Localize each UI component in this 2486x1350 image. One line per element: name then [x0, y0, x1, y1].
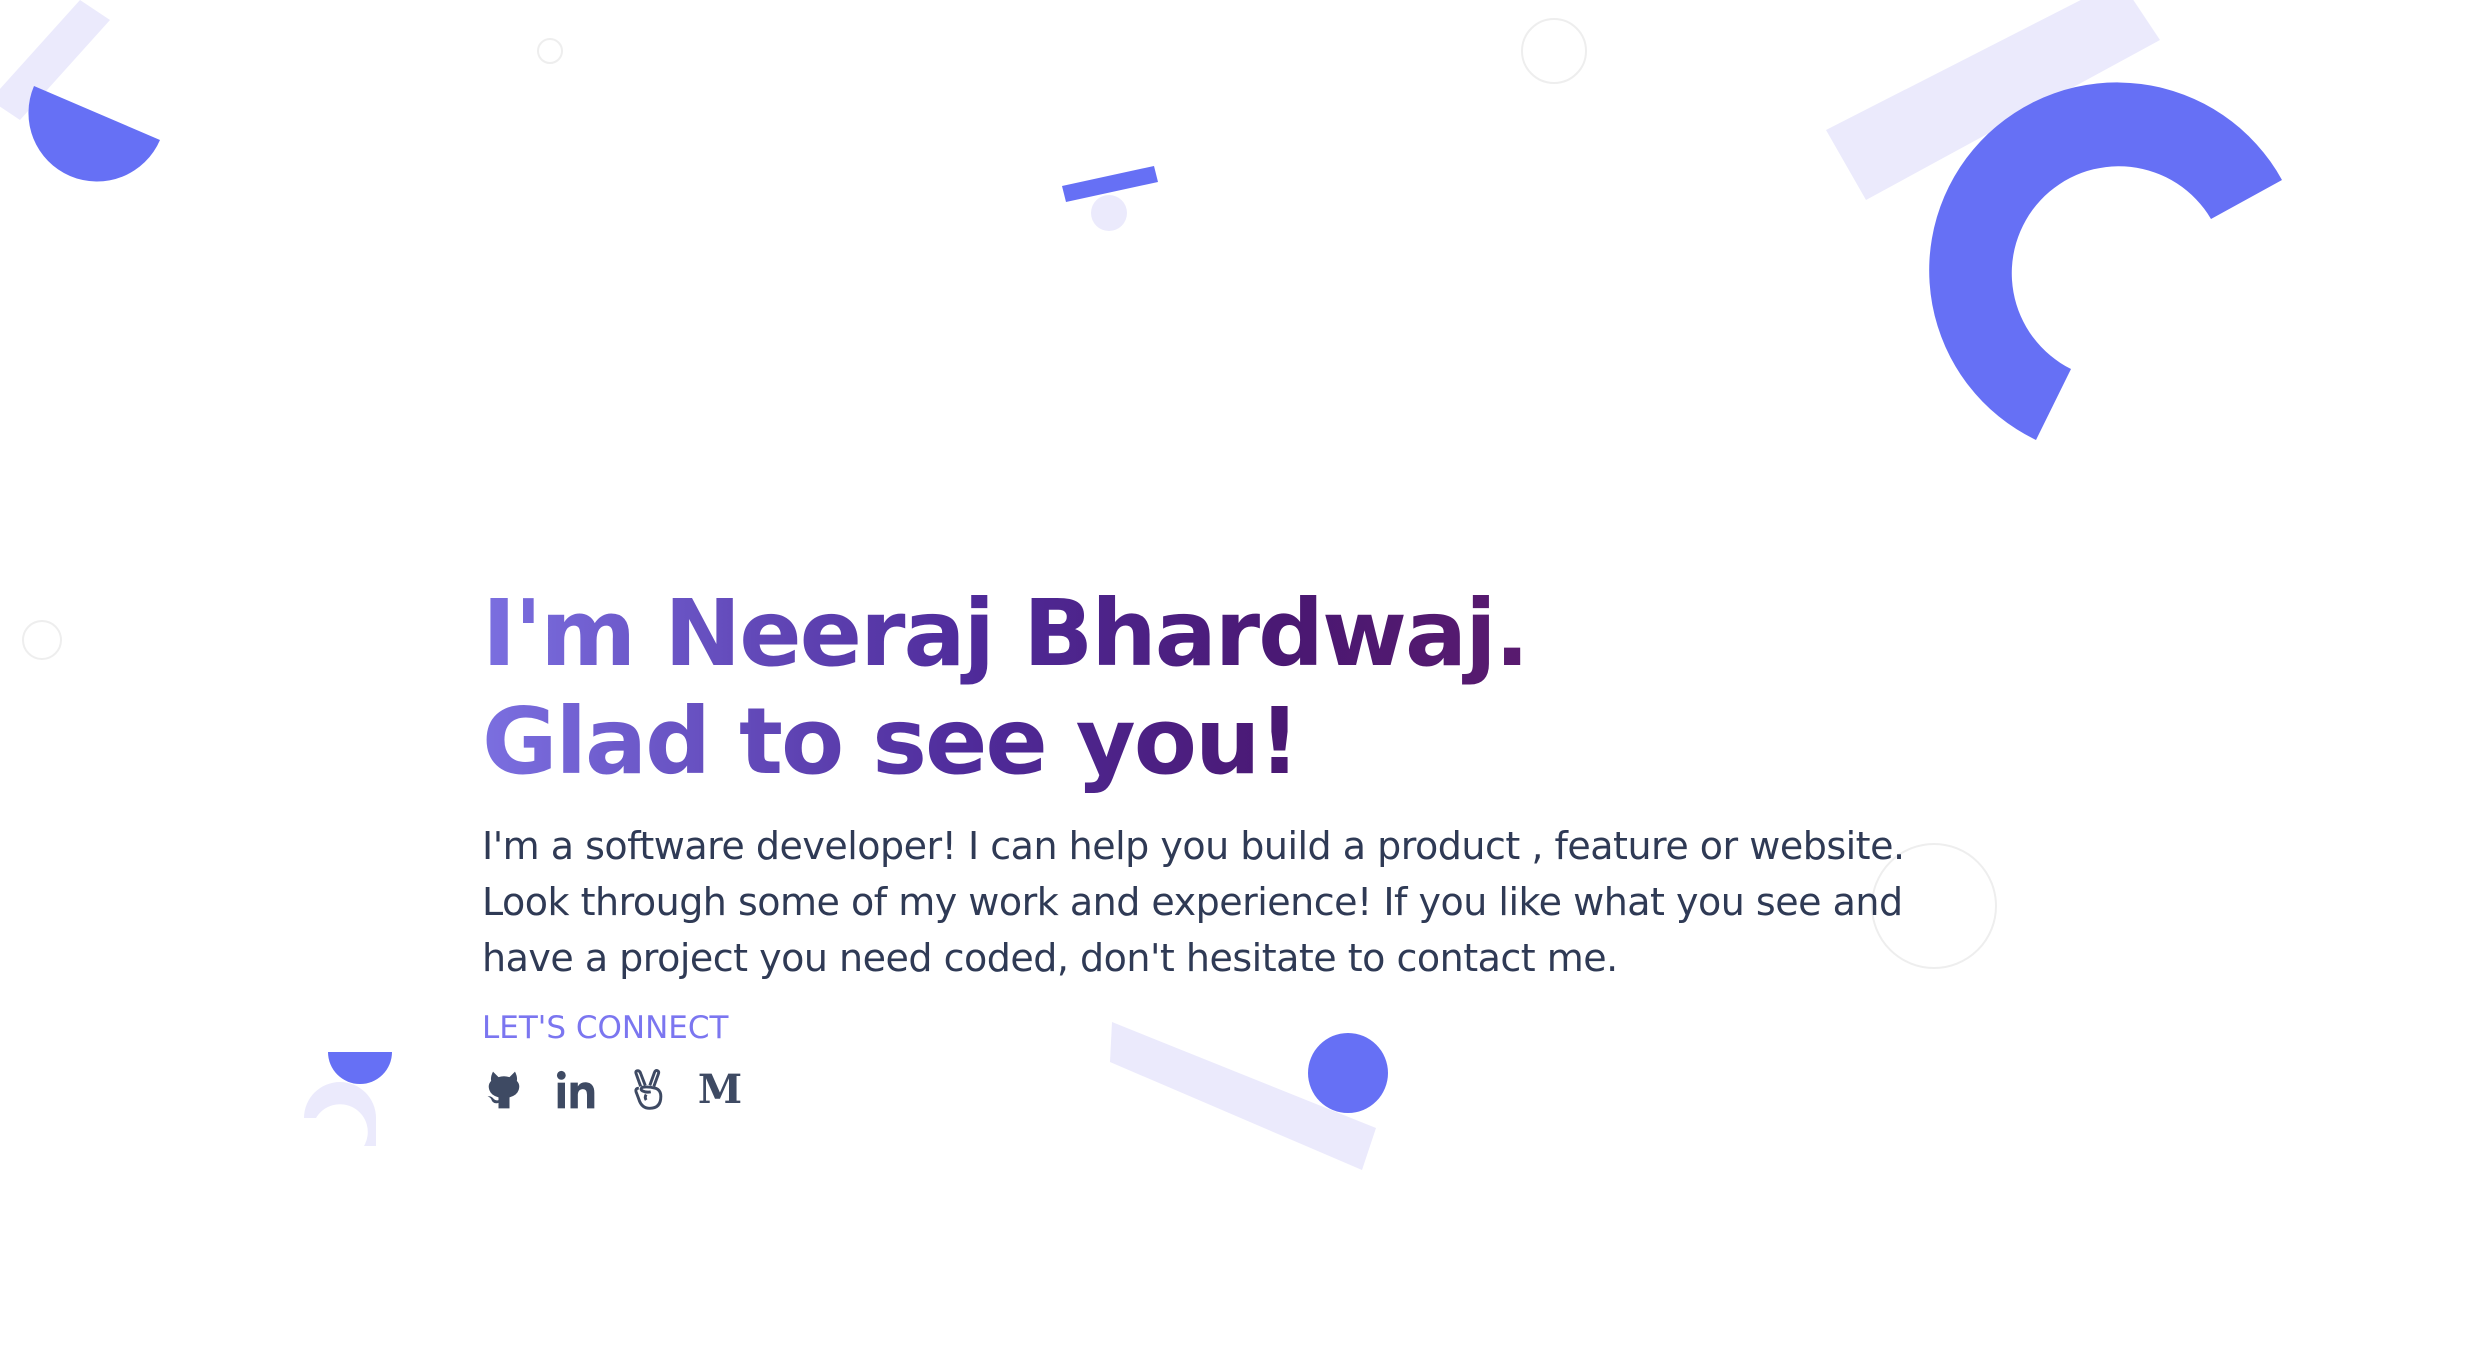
github-link[interactable]	[482, 1068, 526, 1112]
github-icon	[487, 1071, 520, 1109]
angellist-icon	[634, 1069, 663, 1110]
headline-line-1: I'm Neeraj Bhardwaj.	[482, 580, 1528, 687]
outline-circle-shape	[22, 620, 62, 660]
landing-page: I'm Neeraj Bhardwaj. Glad to see you! I'…	[0, 0, 2486, 1350]
headline-line-2: Glad to see you!	[482, 688, 1299, 795]
hero-section: I'm Neeraj Bhardwaj. Glad to see you! I'…	[482, 580, 1922, 1112]
half-circle-shape	[28, 86, 160, 182]
connect-label: LET'S CONNECT	[482, 1010, 729, 1046]
medium-link[interactable]: M	[698, 1068, 742, 1112]
outline-circle-shape	[1521, 18, 1587, 84]
half-circle-shape	[328, 1052, 392, 1084]
angellist-link[interactable]	[626, 1068, 670, 1112]
light-ring-shape	[304, 1082, 376, 1146]
linkedin-link[interactable]	[554, 1068, 598, 1112]
page-title: I'm Neeraj Bhardwaj. Glad to see you!	[482, 580, 1562, 796]
social-links: M	[482, 1068, 1922, 1112]
outline-circle-shape	[537, 38, 563, 64]
medium-icon: M	[697, 1066, 743, 1113]
light-dot-shape	[1091, 195, 1127, 231]
linkedin-icon	[556, 1070, 595, 1109]
intro-paragraph: I'm a software developer! I can help you…	[482, 824, 1905, 980]
